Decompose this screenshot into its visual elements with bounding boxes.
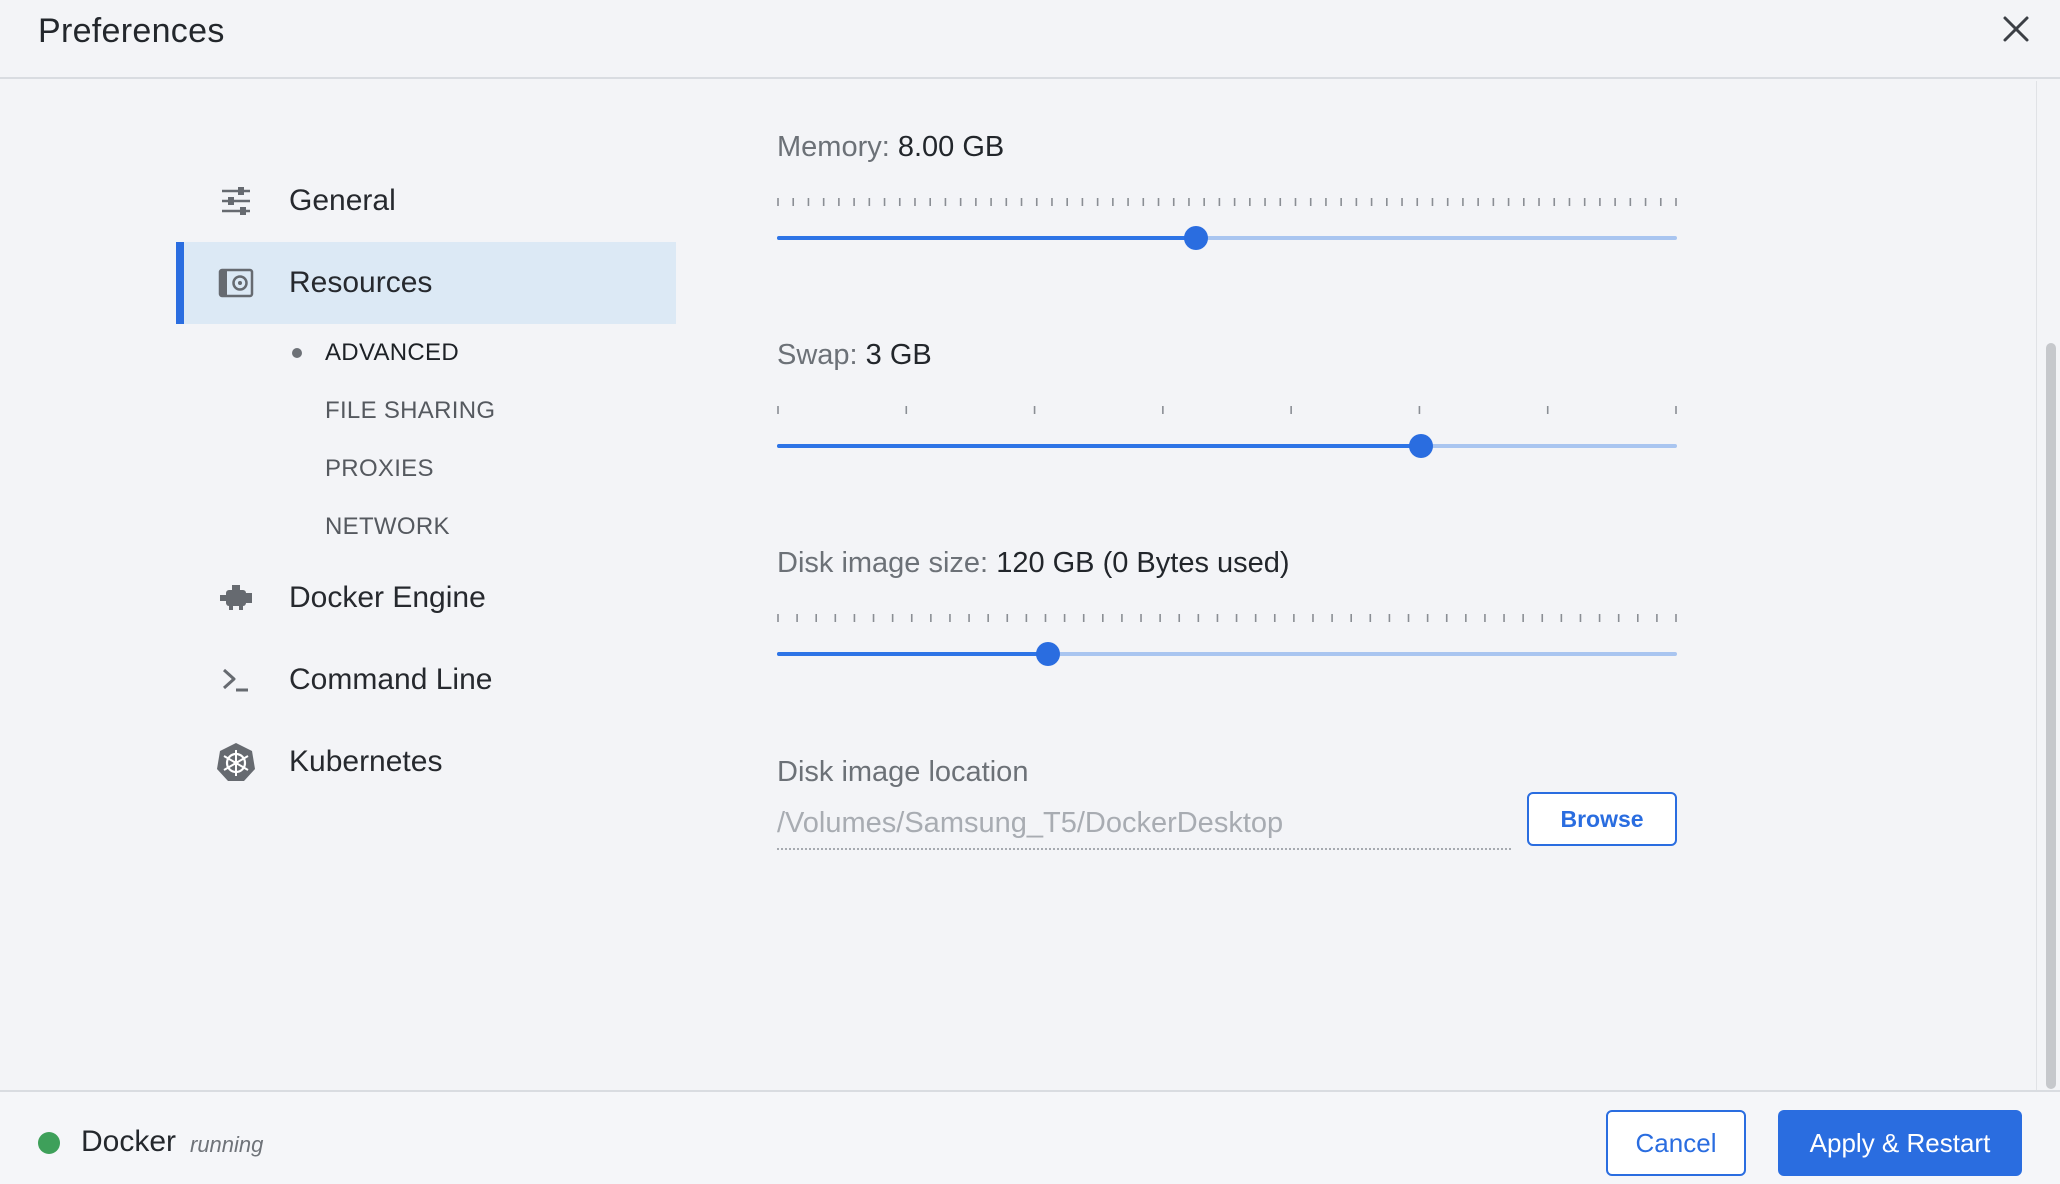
memory-ticks [777, 198, 1677, 206]
status-text: running [190, 1132, 264, 1157]
slider-thumb[interactable] [1035, 642, 1060, 666]
sidebar-item-label: General [289, 184, 396, 217]
active-subitem-bullet [292, 348, 302, 358]
swap-slider[interactable] [777, 429, 1677, 463]
scrollbar-thumb[interactable] [2046, 343, 2056, 1089]
subnav-item-network[interactable]: NETWORK [325, 507, 450, 547]
subnav-item-proxies[interactable]: PROXIES [325, 449, 434, 489]
disk-location-field[interactable] [777, 798, 1511, 850]
resources-icon [216, 263, 256, 303]
swap-label: Swap: 3 GB [777, 335, 932, 375]
memory-label: Memory: 8.00 GB [777, 127, 1004, 167]
scrollbar[interactable] [2036, 81, 2060, 1090]
window-title: Preferences [38, 12, 225, 50]
sidebar-item-label: Resources [289, 266, 433, 299]
cancel-button[interactable]: Cancel [1606, 1110, 1746, 1176]
browse-button[interactable]: Browse [1527, 792, 1677, 846]
title-bar: Preferences [0, 0, 2060, 79]
kubernetes-icon [216, 742, 256, 782]
sidebar-item-docker-engine[interactable]: Docker Engine [176, 557, 676, 639]
slider-fill [777, 444, 1421, 448]
sidebar-item-label: Kubernetes [289, 745, 443, 778]
sidebar-item-label: Docker Engine [289, 581, 486, 614]
sidebar-item-general[interactable]: General [176, 160, 676, 242]
status-indicator-icon [38, 1132, 60, 1154]
sidebar-item-resources[interactable]: Resources [176, 242, 676, 324]
memory-label-text: Memory: [777, 131, 890, 163]
slider-fill [777, 236, 1197, 240]
terminal-icon [216, 660, 256, 700]
close-button[interactable] [1995, 8, 2037, 50]
swap-label-text: Swap: [777, 339, 858, 371]
sliders-icon [216, 181, 256, 221]
apply-restart-button[interactable]: Apply & Restart [1778, 1110, 2022, 1176]
slider-thumb[interactable] [1184, 226, 1209, 250]
sidebar-item-label: Command Line [289, 663, 493, 696]
slider-fill [777, 652, 1048, 656]
disk-size-ticks [777, 614, 1677, 622]
subnav-item-file-sharing[interactable]: FILE SHARING [325, 391, 495, 431]
sidebar-item-command-line[interactable]: Command Line [176, 639, 676, 721]
memory-value: 8.00 GB [897, 131, 1005, 163]
slider-thumb[interactable] [1408, 434, 1433, 458]
disk-size-label: Disk image size: 120 GB (0 Bytes used) [777, 543, 1290, 583]
preferences-window: Preferences General Resources ADVANCED F… [0, 0, 2060, 1184]
subnav-item-advanced[interactable]: ADVANCED [325, 333, 459, 373]
memory-slider[interactable] [777, 221, 1677, 255]
status-footer: Docker running Cancel Apply & Restart [0, 1090, 2060, 1184]
disk-size-label-text: Disk image size: [777, 547, 989, 579]
disk-size-slider[interactable] [777, 637, 1677, 671]
close-icon [2003, 16, 2029, 42]
disk-location-label: Disk image location [777, 756, 1029, 788]
disk-size-value: 120 GB (0 Bytes used) [996, 547, 1290, 579]
sidebar-item-kubernetes[interactable]: Kubernetes [176, 721, 676, 803]
status-app-name: Docker [81, 1125, 177, 1158]
engine-icon [216, 578, 256, 618]
swap-ticks [777, 406, 1677, 414]
swap-value: 3 GB [865, 339, 932, 371]
